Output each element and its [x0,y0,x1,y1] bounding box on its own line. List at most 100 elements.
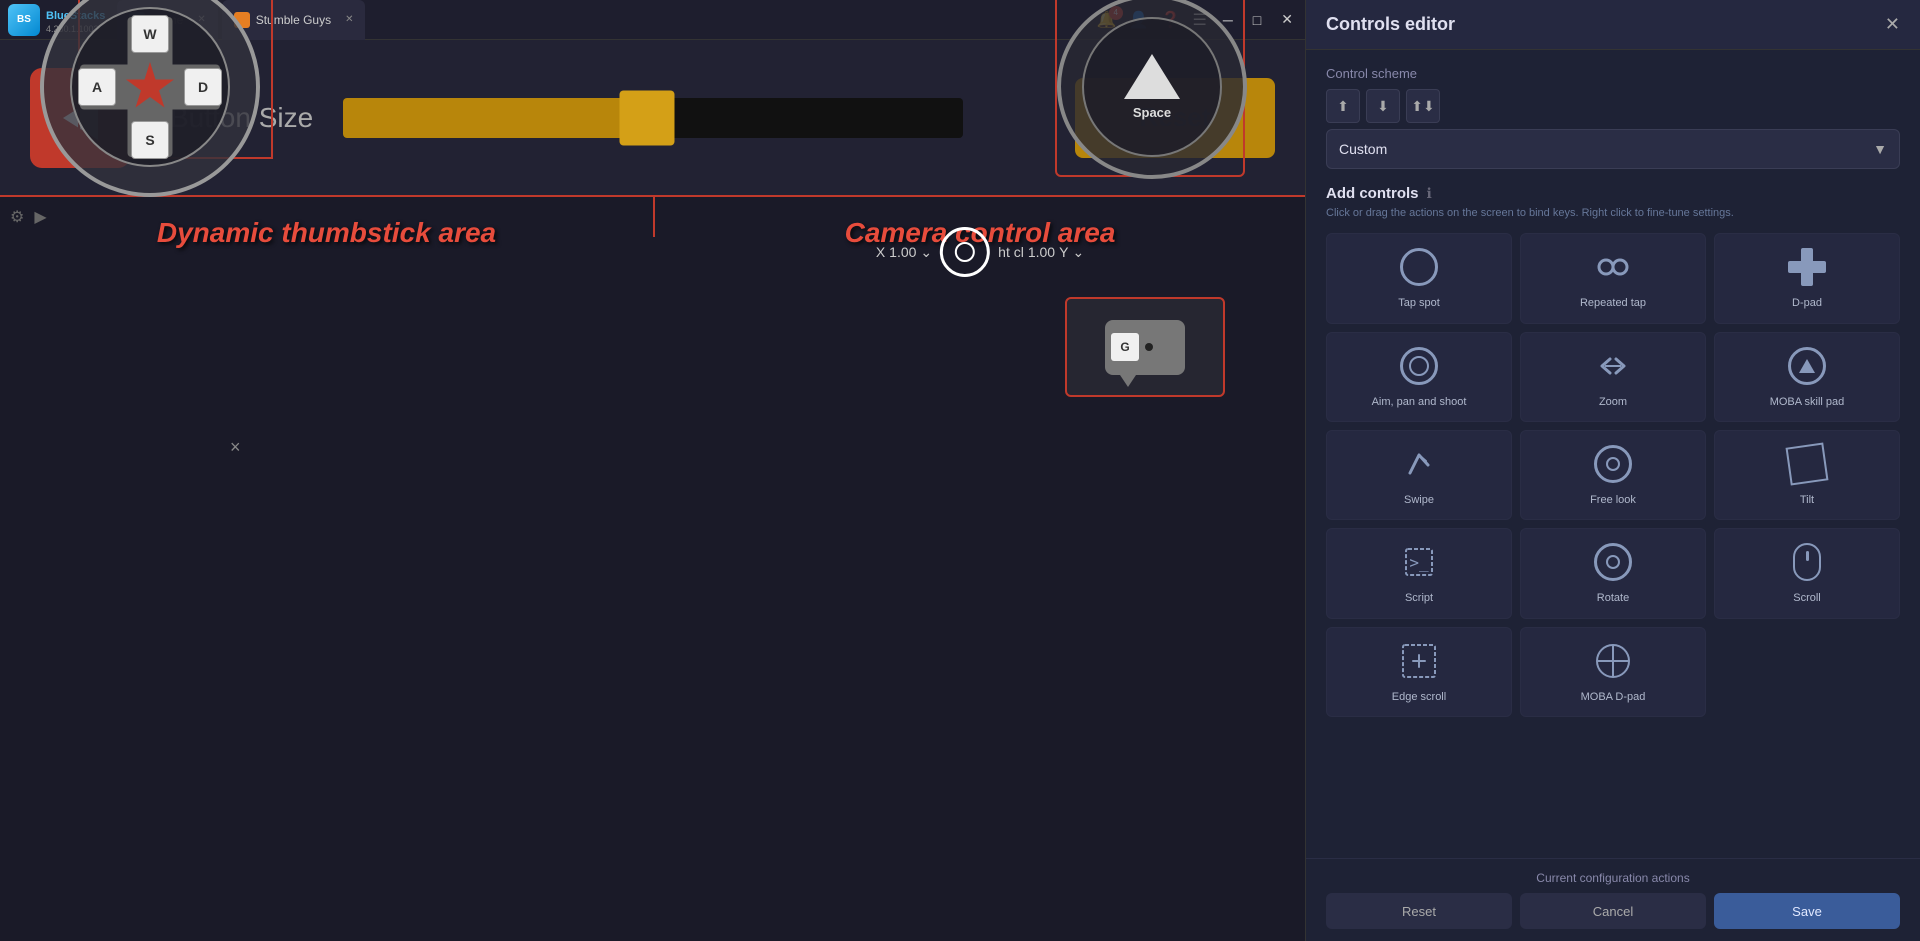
control-moba-dpad[interactable]: MOBA D-pad [1520,627,1706,717]
camera-control-area: Camera control area X 1.00 ⌄ ht cl 1.00 … [655,197,1305,237]
scroll-label: Scroll [1793,591,1821,605]
panel-close-button[interactable]: ✕ [1885,14,1900,35]
config-actions-label: Current configuration actions [1326,871,1900,885]
play-areas: Dynamic thumbstick area × W A D [0,195,1305,237]
scheme-icon-btn-1[interactable]: ⬆ [1326,89,1360,123]
moba-dpad-label: MOBA D-pad [1581,690,1646,704]
space-button-inner: Space [1082,17,1222,157]
moba-dpad-icon [1592,640,1634,682]
x-label: X [876,244,885,260]
info-icon[interactable]: ℹ [1427,185,1432,202]
control-moba-skill-pad[interactable]: MOBA skill pad [1714,332,1900,422]
zoom-label: Zoom [1599,395,1627,409]
control-free-look[interactable]: Free look [1520,430,1706,520]
slider-thumb[interactable] [620,90,675,145]
footer-cancel-button[interactable]: Cancel [1520,893,1706,929]
scheme-icon-btn-2[interactable]: ⬇ [1366,89,1400,123]
scheme-dropdown-arrow: ▼ [1873,141,1887,157]
svg-text:>_: >_ [1409,553,1429,572]
dpad-cross: W A D S [80,17,220,157]
dpad-left-key[interactable]: A [78,68,116,106]
footer-save-button[interactable]: Save [1714,893,1900,929]
moba-skill-pad-icon [1786,345,1828,387]
add-controls-description: Click or drag the actions on the screen … [1326,206,1900,221]
control-dpad[interactable]: D-pad [1714,233,1900,323]
close-button[interactable]: ✕ [1277,11,1297,28]
footer-reset-button[interactable]: Reset [1326,893,1512,929]
y-coord: ht cl 1.00 Y ⌄ [998,244,1084,261]
control-aim-pan-shoot[interactable]: Aim, pan and shoot [1326,332,1512,422]
control-tap-spot[interactable]: Tap spot [1326,233,1512,323]
tap-spot-icon [1398,246,1440,288]
scheme-selected-value: Custom [1339,141,1873,157]
maximize-button[interactable]: □ [1249,12,1265,28]
controls-grid: Tap spot Repeated tap [1326,233,1900,716]
panel-header: Controls editor ✕ [1306,0,1920,50]
rotate-icon [1592,541,1634,583]
zoom-icon [1592,345,1634,387]
tab-stumble-guys-label: Stumble Guys [256,13,331,27]
tab-stumble-close[interactable]: ✕ [345,14,353,25]
scheme-row: ⬆ ⬇ ⬆⬇ [1326,89,1900,123]
free-look-label: Free look [1590,493,1636,507]
scheme-icon-btn-3[interactable]: ⬆⬇ [1406,89,1440,123]
chat-bubble-container[interactable]: G [1065,297,1225,397]
panel-footer: Current configuration actions Reset Canc… [1306,858,1920,941]
dpad-down-key[interactable]: S [131,121,169,159]
script-icon: >_ [1398,541,1440,583]
x-coord: X 1.00 ⌄ [876,244,932,261]
ht-cl-label: ht cl [998,244,1024,260]
dynamic-area-title: Dynamic thumbstick area [157,217,496,249]
repeated-tap-icon [1592,246,1634,288]
add-controls-title: Add controls [1326,185,1419,202]
control-scheme-dropdown[interactable]: Custom ▼ [1326,129,1900,169]
dpad-label: D-pad [1792,296,1822,310]
rotate-label: Rotate [1597,591,1629,605]
control-rotate[interactable]: Rotate [1520,528,1706,618]
crosshair-inner [955,242,975,262]
x-down-arrow: ⌄ [920,244,932,261]
space-button-outer: Space [1057,0,1247,179]
chat-dot [1145,343,1153,351]
button-size-area: Button Size [170,98,1035,138]
space-key-label: Space [1133,105,1171,120]
x-value: 1.00 [889,244,916,260]
crosshair-circle[interactable] [940,227,990,277]
y-down-arrow: ⌄ [1072,244,1084,261]
chat-tail [1120,375,1136,387]
dpad-up-key[interactable]: W [131,15,169,53]
control-scheme-section: Control scheme ⬆ ⬇ ⬆⬇ Custom ▼ [1326,66,1900,169]
control-swipe[interactable]: Swipe [1326,430,1512,520]
resize-icon[interactable]: ▶ [34,207,46,227]
x-marker: × [230,437,241,458]
space-button-container[interactable]: Space [1055,0,1245,177]
dpad-right-key[interactable]: D [184,68,222,106]
moba-skill-pad-label: MOBA skill pad [1770,395,1845,409]
free-look-icon [1592,443,1634,485]
dpad-container[interactable]: W A D S [40,0,260,197]
swipe-label: Swipe [1404,493,1434,507]
y-value: 1.00 [1028,244,1055,260]
game-content: Button Size Reset Dynamic thumbstick are… [0,40,1305,941]
panel-title: Controls editor [1326,14,1885,35]
aim-pan-shoot-label: Aim, pan and shoot [1372,395,1467,409]
space-triangle-icon [1124,54,1180,99]
control-tilt[interactable]: Tilt [1714,430,1900,520]
settings-icon[interactable]: ⚙ [10,207,24,227]
add-controls-section: Add controls ℹ Click or drag the actions… [1326,185,1900,717]
control-zoom[interactable]: Zoom [1520,332,1706,422]
dpad-inner: W A D S [70,7,230,167]
button-size-slider[interactable] [343,98,963,138]
script-label: Script [1405,591,1433,605]
footer-buttons: Reset Cancel Save [1326,893,1900,929]
control-script[interactable]: >_ Script [1326,528,1512,618]
swipe-icon [1398,443,1440,485]
panel-body: Control scheme ⬆ ⬇ ⬆⬇ Custom ▼ Add contr… [1306,50,1920,858]
dpad-outer: W A D S [40,0,260,197]
control-edge-scroll[interactable]: Edge scroll [1326,627,1512,717]
dpad-icon [1786,246,1828,288]
crosshair-area: X 1.00 ⌄ ht cl 1.00 Y ⌄ [876,227,1084,277]
control-repeated-tap[interactable]: Repeated tap [1520,233,1706,323]
edge-scroll-label: Edge scroll [1392,690,1446,704]
control-scroll[interactable]: Scroll [1714,528,1900,618]
